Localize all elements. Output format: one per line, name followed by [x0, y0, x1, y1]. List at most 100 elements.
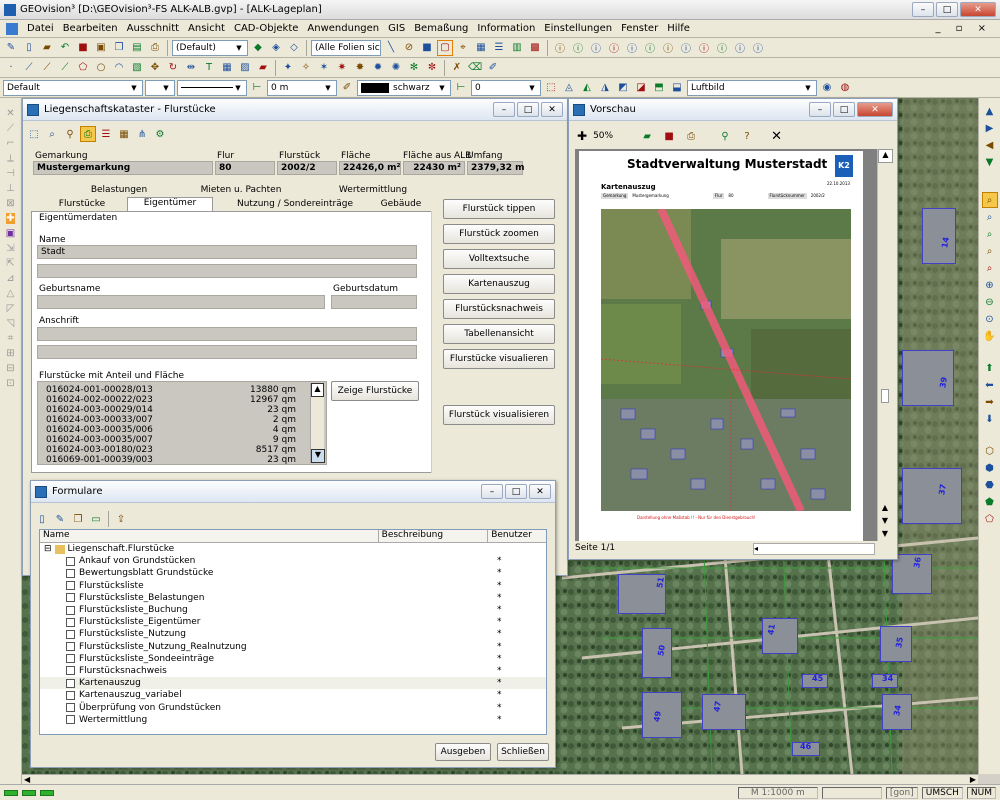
tab-mieten[interactable]: Mieten u. Pachten [181, 185, 301, 195]
flurstueck-zoomen-button[interactable]: Flurstück zoomen [443, 224, 555, 244]
anschrift2-field[interactable] [37, 345, 417, 359]
scroll-down-icon[interactable]: ▼ [311, 449, 325, 463]
form-item-selected[interactable]: Kartenauszug * [40, 677, 546, 690]
list-item[interactable]: 016024-003-00033/007 [46, 415, 153, 425]
polyline2-icon[interactable]: ⟋ [39, 60, 55, 76]
scroll-right-icon[interactable]: ▶ [970, 775, 976, 784]
scroll-left-icon[interactable]: ◀ [24, 775, 30, 784]
menu-fenster[interactable]: Fenster [621, 23, 658, 34]
zoom-in-icon[interactable]: ⌕ [982, 209, 998, 225]
info-icon-7[interactable]: ⓘ [660, 40, 676, 56]
zoom-minus-icon[interactable]: ⊖ [982, 294, 998, 310]
tab-belastungen[interactable]: Belastungen [59, 185, 179, 195]
close-button[interactable]: ✕ [960, 2, 996, 17]
close-button[interactable]: ✕ [857, 102, 893, 117]
linewidth-icon[interactable]: ⊢ [249, 80, 265, 96]
form-item[interactable]: Flurstücksliste_Nutzung_Realnutzung * [40, 641, 546, 653]
list-item[interactable]: 016024-003-00029/014 [46, 405, 153, 415]
volltextsuche-button[interactable]: Volltextsuche [443, 249, 555, 269]
move-icon[interactable]: ✥ [147, 60, 163, 76]
layer-off-icon[interactable]: ◇ [286, 40, 302, 56]
geburtsname-field[interactable] [37, 295, 325, 309]
form-item[interactable]: Wertermittlung * [40, 714, 546, 726]
geburtsdatum-field[interactable] [331, 295, 417, 309]
tool-e-icon[interactable]: ✸ [352, 60, 368, 76]
zoom-level[interactable]: 50% [593, 131, 613, 141]
tool-b-icon[interactable]: ✧ [298, 60, 314, 76]
number-combo[interactable]: 0 ▼ [471, 79, 541, 96]
copy-form-icon[interactable]: ❐ [70, 511, 86, 527]
col-name[interactable]: Name [40, 530, 379, 542]
flurstuecke-list[interactable]: 016024-001-00028/013 13880 qm 016024-002… [37, 381, 327, 465]
tab-wertermittlung[interactable]: Wertermittlung [313, 185, 433, 195]
point-icon[interactable]: · [3, 60, 19, 76]
open-icon[interactable]: ▰ [639, 128, 655, 144]
paste-icon[interactable]: ▤ [129, 40, 145, 56]
binoculars-icon[interactable]: ⚲ [717, 128, 733, 144]
map-hscroll[interactable]: ◀ ▶ [22, 774, 978, 784]
import-form-icon[interactable]: ⇪ [113, 511, 129, 527]
print-icon[interactable]: ⎙ [80, 126, 96, 142]
mdi-controls[interactable]: _ ▫ × [935, 23, 992, 34]
help-icon[interactable]: ? [739, 128, 755, 144]
menu-anwendungen[interactable]: Anwendungen [307, 23, 379, 34]
tool-14-icon[interactable]: ◸ [7, 303, 15, 314]
menu-datei[interactable]: Datei [27, 23, 54, 34]
brush-icon[interactable]: ✐ [339, 80, 355, 96]
minimize-button[interactable]: – [481, 484, 503, 499]
erase-icon[interactable]: ⌫ [467, 60, 483, 76]
zoom-plus-icon[interactable]: ⊕ [982, 277, 998, 293]
tool-11-icon[interactable]: ⇱ [6, 258, 14, 269]
polygon-icon[interactable]: ⬠ [75, 60, 91, 76]
maximize-button[interactable]: □ [517, 102, 539, 117]
symbol6-icon[interactable]: ◪ [633, 80, 649, 96]
folder-icon[interactable]: ▰ [255, 60, 271, 76]
folien-combo[interactable]: (Alle Folien sich▼ [311, 39, 381, 56]
binoculars-icon[interactable]: ⚲ [62, 126, 78, 142]
polyline3-icon[interactable]: ⟋ [57, 60, 73, 76]
tab-nutzung[interactable]: Nutzung / Sondereinträge [219, 199, 371, 209]
symbol3-icon[interactable]: ◭ [579, 80, 595, 96]
tab-eigentuemer[interactable]: Eigentümer [127, 197, 213, 211]
minimize-button[interactable]: – [493, 102, 515, 117]
image-icon[interactable]: ▨ [237, 60, 253, 76]
maximize-button[interactable]: □ [833, 102, 855, 117]
form-item[interactable]: Flurstücksnachweis * [40, 665, 546, 677]
tree-icon[interactable]: ⋔ [134, 126, 150, 142]
save-icon[interactable]: ■ [661, 128, 677, 144]
undo-icon[interactable]: ↶ [57, 40, 73, 56]
zoom-prev-icon[interactable]: ⌕ [982, 243, 998, 259]
menu-ausschnitt[interactable]: Ausschnitt [127, 23, 179, 34]
tool-f-icon[interactable]: ✹ [370, 60, 386, 76]
hatch-type-icon[interactable]: ⊢ [453, 80, 469, 96]
tool-18-icon[interactable]: ⊟ [6, 363, 14, 374]
delete-form-icon[interactable]: ▭ [88, 511, 104, 527]
edit-form-icon[interactable]: ✎ [52, 511, 68, 527]
flurstueck-tippen-button[interactable]: Flurstück tippen [443, 199, 555, 219]
text-icon[interactable]: T [201, 60, 217, 76]
tool-15-icon[interactable]: ◹ [7, 318, 15, 329]
list-icon[interactable]: ☰ [98, 126, 114, 142]
panel-scrollbar[interactable] [431, 211, 439, 473]
tool-10-icon[interactable]: ⇲ [6, 243, 14, 254]
list-item[interactable]: 016069-001-00039/003 [46, 455, 153, 465]
open-folder-icon[interactable]: ▰ [39, 40, 55, 56]
layer2-combo[interactable]: Luftbild ▼ [687, 79, 817, 96]
tool-17-icon[interactable]: ⊞ [6, 348, 14, 359]
ausgeben-button[interactable]: Ausgeben [435, 743, 491, 761]
tool-4-icon[interactable]: ⟂ [7, 153, 14, 164]
info-icon-6[interactable]: ⓘ [642, 40, 658, 56]
symbol-icon[interactable]: ⬚ [543, 80, 559, 96]
preview-vscroll[interactable]: ▲ ▲ ▼ ▼ [877, 149, 893, 541]
circle-icon[interactable]: ○ [93, 60, 109, 76]
name-field[interactable]: Stadt [37, 245, 417, 259]
nav-down-icon[interactable]: ⬇ [982, 411, 998, 427]
tool-3-icon[interactable]: ⌐ [6, 138, 14, 149]
flurstueck-visualisieren-button[interactable]: Flurstück visualisieren [443, 405, 555, 425]
color-small-combo[interactable]: ▼ [145, 79, 175, 96]
info-icon-12[interactable]: ⓘ [750, 40, 766, 56]
select-parcel-icon[interactable]: ⬚ [26, 126, 42, 142]
shape-2-icon[interactable]: ⬢ [982, 460, 998, 476]
tool-1-icon[interactable]: ✕ [6, 108, 14, 119]
info-icon-2[interactable]: ⓘ [570, 40, 586, 56]
